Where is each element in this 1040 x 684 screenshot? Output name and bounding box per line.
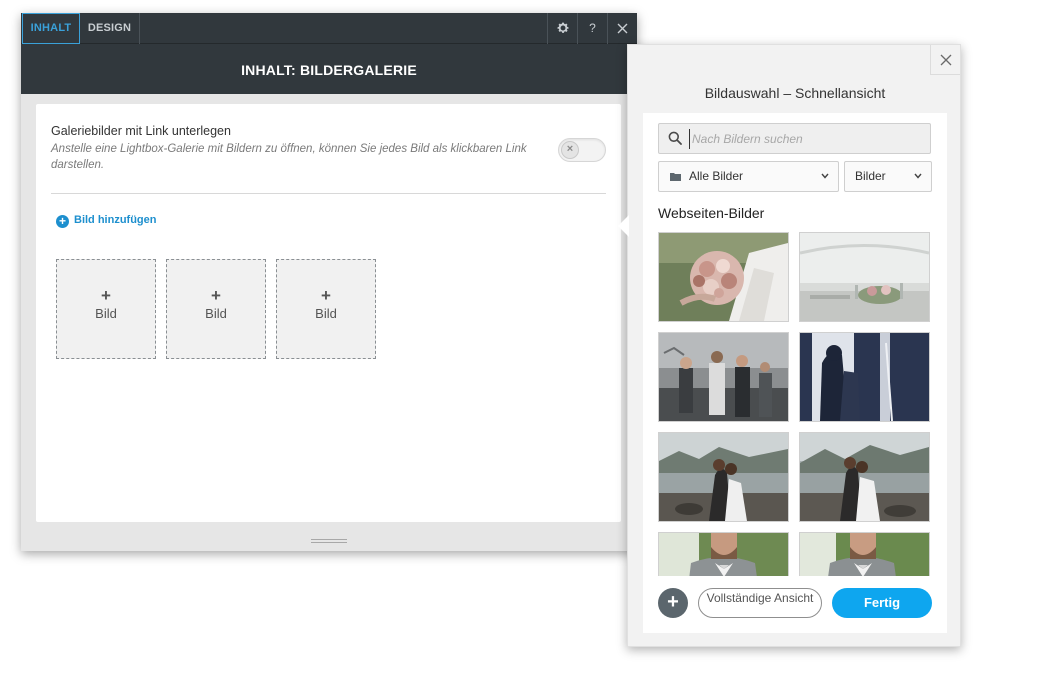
- add-image-label: Bild hinzufügen: [74, 214, 157, 226]
- search-input[interactable]: [689, 129, 919, 149]
- groom-portrait-alt-image: [800, 533, 929, 576]
- done-button[interactable]: Fertig: [832, 588, 932, 618]
- bridal-bouquet-image: [659, 233, 788, 321]
- help-button[interactable]: ?: [577, 13, 607, 44]
- popover-arrow: [618, 215, 629, 237]
- plus-circle-icon: +: [56, 215, 69, 228]
- thumbnail-couple-kiss-lakeshore[interactable]: [658, 432, 789, 522]
- couple-silhouette-window-image: [800, 333, 929, 421]
- thumbnail-groom-portrait-alt[interactable]: [799, 532, 930, 576]
- type-select-value: Bilder: [855, 169, 886, 183]
- close-icon: [617, 23, 628, 34]
- plus-icon: +: [667, 591, 679, 613]
- link-toggle[interactable]: ×: [558, 138, 606, 162]
- thumbnail-groom-portrait[interactable]: [658, 532, 789, 576]
- add-image-link[interactable]: + Bild hinzufügen: [56, 214, 156, 228]
- folder-icon: [670, 173, 681, 181]
- wedding-party-dance-image: [659, 333, 788, 421]
- link-setting-description: Anstelle eine Lightbox-Galerie mit Bilde…: [51, 143, 527, 171]
- done-label: Fertig: [863, 595, 901, 610]
- gear-icon: [557, 22, 569, 33]
- tab-inhalt[interactable]: INHALT: [22, 13, 80, 44]
- image-picker-panel: Bildauswahl – Schnellansicht Alle Bilder…: [618, 44, 961, 647]
- thumbnail-couple-kiss-lakeshore-alt[interactable]: [799, 432, 930, 522]
- toggle-off-icon: ×: [561, 141, 579, 159]
- folder-select-value: Alle Bilder: [689, 169, 744, 183]
- gallery-editor-panel: INHALT DESIGN ? INHALT: BILDERGALERIE Ga…: [21, 13, 637, 551]
- image-slot[interactable]: + Bild: [276, 259, 376, 359]
- picker-body: Alle Bilder Bilder Webseiten-Bilder: [643, 113, 947, 633]
- image-slot[interactable]: + Bild: [166, 259, 266, 359]
- couple-kiss-lakeshore-alt-image: [800, 433, 929, 521]
- close-editor-button[interactable]: [607, 13, 637, 44]
- thumbnail-couple-silhouette-window[interactable]: [799, 332, 930, 422]
- folder-select[interactable]: Alle Bilder: [658, 161, 839, 192]
- resize-handle[interactable]: [311, 539, 347, 543]
- close-picker-button[interactable]: [930, 45, 960, 75]
- close-icon: [940, 54, 951, 66]
- type-select[interactable]: Bilder: [844, 161, 932, 192]
- tab-design[interactable]: DESIGN: [80, 13, 140, 44]
- search-icon: [668, 131, 682, 145]
- image-slot[interactable]: + Bild: [56, 259, 156, 359]
- editor-content: Galeriebilder mit Link unterlegen Anstel…: [36, 104, 621, 522]
- picker-title: Bildauswahl – Schnellansicht: [704, 85, 886, 101]
- search-field[interactable]: [658, 123, 931, 154]
- chevron-down-icon: [914, 173, 922, 179]
- section-label: Webseiten-Bilder: [658, 205, 765, 221]
- couple-kiss-lakeshore-image: [659, 433, 788, 521]
- thumbnail-bridal-bouquet[interactable]: [658, 232, 789, 322]
- upload-image-button[interactable]: +: [658, 588, 688, 618]
- thumbnail-grid[interactable]: [658, 232, 931, 576]
- link-setting-label: Galeriebilder mit Link unterlegen: [51, 124, 231, 138]
- plus-icon: +: [321, 286, 331, 305]
- editor-tabbar: INHALT DESIGN ?: [21, 13, 637, 44]
- full-view-label: Vollständige Ansicht: [706, 591, 814, 605]
- image-slot-label: Bild: [205, 306, 227, 321]
- thumbnail-wedding-tent-table[interactable]: [799, 232, 930, 322]
- wedding-tent-table-image: [800, 233, 929, 321]
- thumbnail-wedding-party-dance[interactable]: [658, 332, 789, 422]
- full-view-button[interactable]: Vollständige Ansicht: [698, 588, 822, 618]
- chevron-down-icon: [821, 173, 829, 179]
- editor-title: INHALT: BILDERGALERIE: [21, 44, 637, 94]
- groom-portrait-image: [659, 533, 788, 576]
- help-icon: ?: [589, 21, 596, 35]
- settings-button[interactable]: [547, 13, 577, 44]
- image-slot-label: Bild: [95, 306, 117, 321]
- divider: [51, 193, 606, 194]
- plus-icon: +: [211, 286, 221, 305]
- image-slot-label: Bild: [315, 306, 337, 321]
- plus-icon: +: [101, 286, 111, 305]
